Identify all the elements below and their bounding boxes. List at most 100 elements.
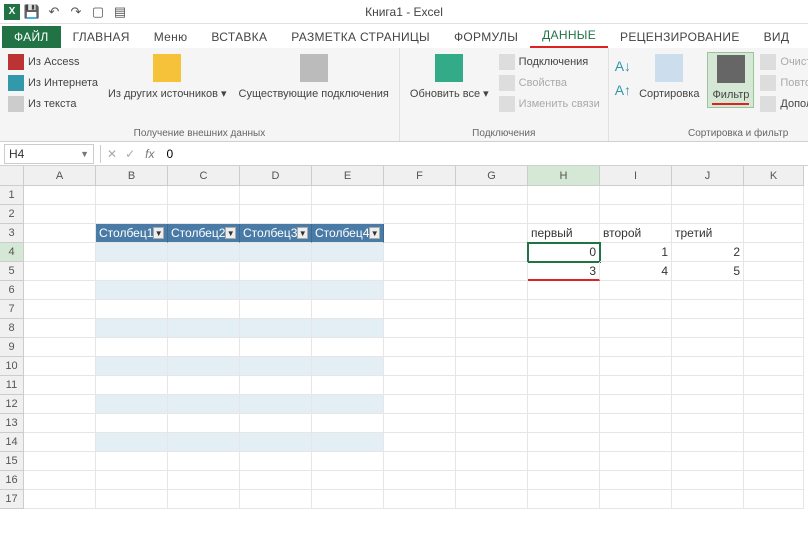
cell[interactable] — [168, 452, 240, 471]
connections-button[interactable]: Подключения — [497, 52, 602, 72]
cell[interactable] — [384, 243, 456, 262]
cell[interactable] — [384, 281, 456, 300]
cell[interactable] — [456, 205, 528, 224]
cell[interactable] — [240, 319, 312, 338]
tab-page-layout[interactable]: РАЗМЕТКА СТРАНИЦЫ — [279, 26, 442, 48]
cell[interactable] — [744, 205, 804, 224]
cell[interactable] — [168, 186, 240, 205]
filter-dropdown-icon[interactable]: ▼ — [297, 227, 308, 239]
cell[interactable] — [168, 300, 240, 319]
cell[interactable] — [168, 357, 240, 376]
existing-connections-button[interactable]: Существующие подключения — [235, 52, 393, 103]
cell[interactable] — [600, 338, 672, 357]
row-header[interactable]: 16 — [0, 471, 24, 490]
tab-file[interactable]: ФАЙЛ — [2, 26, 61, 48]
tab-menu[interactable]: Меню — [142, 26, 200, 48]
cell[interactable] — [240, 243, 312, 262]
cell[interactable] — [240, 490, 312, 509]
cell[interactable]: 3 — [528, 262, 600, 281]
cell[interactable] — [312, 490, 384, 509]
tab-review[interactable]: РЕЦЕНЗИРОВАНИЕ — [608, 26, 752, 48]
tab-home[interactable]: ГЛАВНАЯ — [61, 26, 142, 48]
cell[interactable] — [24, 205, 96, 224]
cell[interactable] — [96, 243, 168, 262]
cell[interactable] — [24, 433, 96, 452]
cell[interactable] — [96, 433, 168, 452]
row-header[interactable]: 5 — [0, 262, 24, 281]
cell[interactable] — [168, 433, 240, 452]
cell[interactable] — [240, 262, 312, 281]
cell[interactable] — [96, 490, 168, 509]
cell[interactable] — [96, 186, 168, 205]
row-header[interactable]: 4 — [0, 243, 24, 262]
cell[interactable] — [744, 300, 804, 319]
cell[interactable] — [672, 319, 744, 338]
cell[interactable] — [240, 395, 312, 414]
cell[interactable] — [600, 357, 672, 376]
edit-links-button[interactable]: Изменить связи — [497, 94, 602, 114]
col-header[interactable]: K — [744, 166, 804, 186]
cell[interactable] — [240, 205, 312, 224]
cell[interactable] — [744, 338, 804, 357]
col-header[interactable]: H — [528, 166, 600, 186]
col-header[interactable]: D — [240, 166, 312, 186]
cell[interactable] — [744, 376, 804, 395]
cell[interactable] — [240, 357, 312, 376]
fx-icon[interactable]: fx — [139, 147, 160, 161]
cell[interactable] — [528, 338, 600, 357]
col-header[interactable]: J — [672, 166, 744, 186]
cell[interactable] — [384, 452, 456, 471]
cell[interactable] — [384, 262, 456, 281]
cell[interactable] — [168, 376, 240, 395]
cell[interactable] — [672, 281, 744, 300]
cell[interactable] — [456, 300, 528, 319]
cell[interactable] — [600, 300, 672, 319]
cell[interactable] — [672, 395, 744, 414]
cell[interactable] — [24, 395, 96, 414]
cancel-icon[interactable]: ✕ — [103, 147, 121, 161]
row-header[interactable]: 14 — [0, 433, 24, 452]
tab-insert[interactable]: ВСТАВКА — [199, 26, 279, 48]
clear-filter-button[interactable]: Очистить — [758, 52, 808, 72]
cell[interactable] — [456, 357, 528, 376]
cell[interactable] — [96, 395, 168, 414]
col-header[interactable]: C — [168, 166, 240, 186]
cell[interactable] — [384, 224, 456, 243]
cell[interactable] — [384, 395, 456, 414]
cell[interactable] — [528, 395, 600, 414]
row-header[interactable]: 17 — [0, 490, 24, 509]
cell[interactable] — [528, 414, 600, 433]
cell[interactable] — [456, 243, 528, 262]
cell[interactable] — [312, 376, 384, 395]
cell[interactable]: третий — [672, 224, 744, 243]
cell[interactable] — [312, 452, 384, 471]
cell[interactable] — [600, 281, 672, 300]
cell[interactable]: 1 — [600, 243, 672, 262]
cell[interactable] — [240, 338, 312, 357]
tab-data[interactable]: ДАННЫЕ — [530, 24, 608, 48]
cell[interactable] — [528, 205, 600, 224]
cell[interactable] — [600, 452, 672, 471]
cell[interactable] — [24, 338, 96, 357]
cell[interactable] — [240, 376, 312, 395]
cell[interactable]: Столбец4▼ — [312, 224, 384, 243]
cell[interactable] — [672, 186, 744, 205]
cell[interactable] — [312, 433, 384, 452]
cell[interactable] — [456, 471, 528, 490]
cell[interactable] — [528, 281, 600, 300]
cell[interactable] — [96, 319, 168, 338]
cell[interactable] — [384, 186, 456, 205]
row-header[interactable]: 11 — [0, 376, 24, 395]
cell[interactable] — [744, 414, 804, 433]
cell[interactable] — [744, 243, 804, 262]
save-icon[interactable]: 💾 — [24, 4, 40, 20]
cell[interactable] — [312, 300, 384, 319]
cell[interactable] — [744, 471, 804, 490]
cell[interactable] — [312, 319, 384, 338]
cell[interactable] — [600, 414, 672, 433]
cell[interactable] — [600, 205, 672, 224]
cell[interactable] — [168, 471, 240, 490]
cell[interactable] — [168, 262, 240, 281]
cell[interactable] — [528, 186, 600, 205]
cell[interactable] — [600, 395, 672, 414]
